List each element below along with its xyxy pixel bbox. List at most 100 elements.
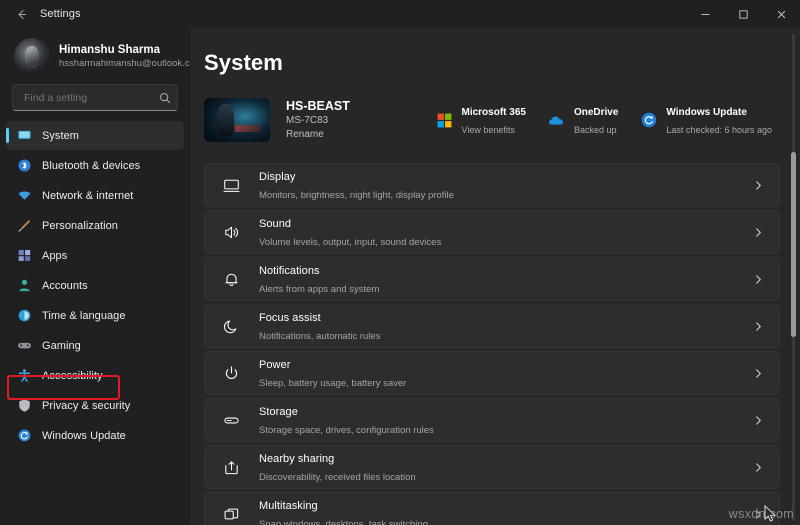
search-input[interactable] [24,92,159,104]
sidebar-item-label: Gaming [42,339,81,353]
device-summary: HS-BEAST MS-7C83 Rename [204,93,780,147]
quick-link-microsoft-365[interactable]: Microsoft 365 View benefits [435,102,525,138]
page-title: System [204,50,780,76]
card-subtitle: Notifications, automatic rules [259,331,380,342]
sidebar-item-label: Windows Update [42,429,126,443]
search-icon[interactable] [159,92,171,104]
device-model: MS-7C83 [286,114,350,128]
sidebar-item-bluetooth-devices[interactable]: Bluetooth & devices [6,151,184,180]
chevron-right-icon[interactable] [751,321,765,332]
quick-link-sub: View benefits [461,125,514,135]
settings-card-focus-assist[interactable]: Focus assist Notifications, automatic ru… [204,304,780,348]
sidebar-item-system[interactable]: System [6,121,184,150]
card-title: Storage [259,406,298,418]
quick-link-title: Windows Update [666,107,746,118]
device-name: HS-BEAST [286,98,350,114]
clock-globe-icon [16,308,32,324]
speaker-icon [221,222,241,242]
sidebar-item-label: Bluetooth & devices [42,159,140,173]
bluetooth-icon [16,158,32,174]
chevron-right-icon[interactable] [751,227,765,238]
settings-card-storage[interactable]: Storage Storage space, drives, configura… [204,398,780,442]
share-icon [221,457,241,477]
paintbrush-icon [16,218,32,234]
card-subtitle: Snap windows, desktops, task switching [259,519,428,525]
power-icon [221,363,241,383]
sidebar-item-label: System [42,129,79,143]
sidebar-item-network-internet[interactable]: Network & internet [6,181,184,210]
moon-icon [221,316,241,336]
search-container [0,84,190,111]
card-title: Notifications [259,265,320,277]
card-title: Power [259,359,290,371]
chevron-right-icon[interactable] [751,274,765,285]
sidebar-item-label: Time & language [42,309,126,323]
card-subtitle: Alerts from apps and system [259,284,379,295]
window-controls [686,0,800,28]
chevron-right-icon[interactable] [751,415,765,426]
card-title: Sound [259,218,291,230]
account-email: hssharmahimanshu@outlook.com [59,57,178,70]
card-title: Focus assist [259,312,321,324]
window-body: Himanshu Sharma hssharmahimanshu@outlook… [0,28,800,525]
main-content: System HS-BEAST MS-7C83 Rename [190,28,800,525]
settings-card-sound[interactable]: Sound Volume levels, output, input, soun… [204,210,780,254]
card-subtitle: Sleep, battery usage, battery saver [259,378,406,389]
settings-cards: Display Monitors, brightness, night ligh… [204,163,780,525]
quick-link-sub: Backed up [574,125,617,135]
card-title: Multitasking [259,500,318,512]
chevron-right-icon[interactable] [751,509,765,520]
settings-card-display[interactable]: Display Monitors, brightness, night ligh… [204,163,780,207]
sidebar-item-label: Apps [42,249,67,263]
back-arrow-icon[interactable] [6,1,36,27]
update-icon [16,428,32,444]
card-subtitle: Monitors, brightness, night light, displ… [259,190,454,201]
maximize-icon[interactable] [724,0,762,28]
scrollbar-thumb[interactable] [791,152,796,337]
card-subtitle: Discoverability, received files location [259,472,416,483]
settings-card-notifications[interactable]: Notifications Alerts from apps and syste… [204,257,780,301]
minimize-icon[interactable] [686,0,724,28]
sidebar-item-time-language[interactable]: Time & language [6,301,184,330]
sidebar-item-accessibility[interactable]: Accessibility [6,361,184,390]
accessibility-icon [16,368,32,384]
gamepad-icon [16,338,32,354]
settings-window: Settings Himanshu Sharma hssharmahimansh… [0,0,800,525]
chevron-right-icon[interactable] [751,368,765,379]
sidebar-item-gaming[interactable]: Gaming [6,331,184,360]
settings-card-nearby-sharing[interactable]: Nearby sharing Discoverability, received… [204,445,780,489]
settings-card-multitasking[interactable]: Multitasking Snap windows, desktops, tas… [204,492,780,525]
sidebar-item-windows-update[interactable]: Windows Update [6,421,184,450]
sidebar: Himanshu Sharma hssharmahimanshu@outlook… [0,28,190,525]
settings-card-power[interactable]: Power Sleep, battery usage, battery save… [204,351,780,395]
sidebar-item-apps[interactable]: Apps [6,241,184,270]
desktop-wallpaper-thumbnail [204,98,270,142]
avatar [14,38,50,74]
accounts-icon [16,278,32,294]
search-box[interactable] [12,84,178,111]
account-card[interactable]: Himanshu Sharma hssharmahimanshu@outlook… [0,32,190,84]
quick-link-windows-update[interactable]: Windows Update Last checked: 6 hours ago [640,102,772,138]
bell-icon [221,269,241,289]
sidebar-item-label: Network & internet [42,189,133,203]
card-subtitle: Storage space, drives, configuration rul… [259,425,434,436]
quick-link-sub: Last checked: 6 hours ago [666,125,772,135]
microsoft-logo-icon [435,111,453,129]
sidebar-item-label: Accessibility [42,369,103,383]
rename-link[interactable]: Rename [286,128,350,142]
sidebar-item-privacy-security[interactable]: Privacy & security [6,391,184,420]
sidebar-item-personalization[interactable]: Personalization [6,211,184,240]
apps-icon [16,248,32,264]
card-title: Display [259,171,295,183]
system-icon [16,128,32,144]
sidebar-item-accounts[interactable]: Accounts [6,271,184,300]
close-icon[interactable] [762,0,800,28]
quick-link-onedrive[interactable]: OneDrive Backed up [548,102,618,138]
chevron-right-icon[interactable] [751,462,765,473]
multitasking-icon [221,504,241,524]
chevron-right-icon[interactable] [751,180,765,191]
vertical-scrollbar[interactable] [788,34,798,521]
quick-link-title: Microsoft 365 [461,107,525,118]
sidebar-item-label: Personalization [42,219,118,233]
quick-link-title: OneDrive [574,107,618,118]
